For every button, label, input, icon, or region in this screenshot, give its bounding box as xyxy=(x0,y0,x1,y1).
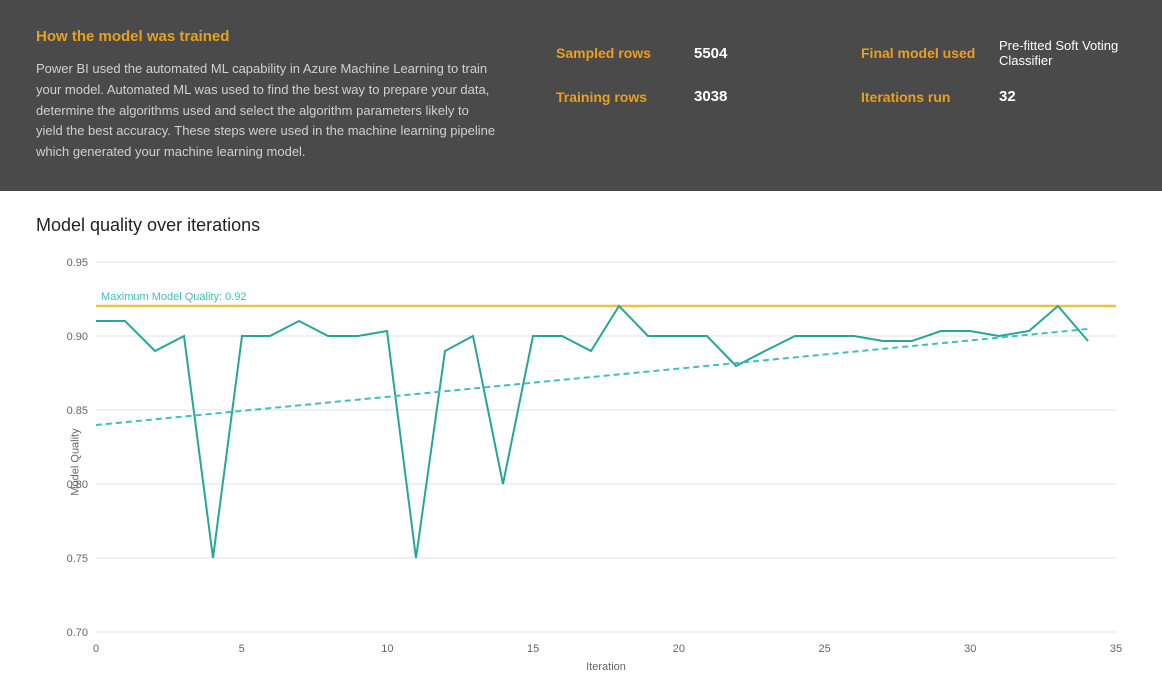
svg-text:35: 35 xyxy=(1110,643,1122,655)
stat-value-training-rows: 3038 xyxy=(694,88,727,105)
svg-text:0.90: 0.90 xyxy=(67,331,88,343)
stat-sampled-rows: Sampled rows 5504 xyxy=(556,45,821,62)
stat-label-sampled-rows: Sampled rows xyxy=(556,45,676,61)
header-stats: Sampled rows 5504 Final model used Pre-f… xyxy=(556,28,1126,105)
svg-text:10: 10 xyxy=(381,643,393,655)
header-text: How the model was trained Power BI used … xyxy=(36,28,496,163)
quality-polyline xyxy=(96,306,1088,558)
header-section: How the model was trained Power BI used … xyxy=(0,0,1162,191)
svg-text:15: 15 xyxy=(527,643,539,655)
y-axis-label: Model Quality xyxy=(70,428,82,495)
max-quality-label: Maximum Model Quality: 0.92 xyxy=(101,291,247,303)
stat-final-model: Final model used Pre-fitted Soft Voting … xyxy=(861,38,1126,68)
svg-text:30: 30 xyxy=(964,643,976,655)
header-description: Power BI used the automated ML capabilit… xyxy=(36,59,496,163)
chart-title: Model quality over iterations xyxy=(36,215,1126,236)
quality-chart: .grid-line { stroke: #e0e0e0; stroke-wid… xyxy=(36,252,1126,672)
stat-iterations-run: Iterations run 32 xyxy=(861,88,1126,105)
svg-text:0.95: 0.95 xyxy=(67,257,88,269)
stat-label-final-model: Final model used xyxy=(861,45,981,61)
x-axis-label: Iteration xyxy=(586,661,626,672)
stat-value-final-model: Pre-fitted Soft Voting Classifier xyxy=(999,38,1126,68)
stat-value-sampled-rows: 5504 xyxy=(694,45,727,62)
stat-training-rows: Training rows 3038 xyxy=(556,88,821,105)
stat-label-training-rows: Training rows xyxy=(556,89,676,105)
header-title: How the model was trained xyxy=(36,28,496,45)
svg-text:0.75: 0.75 xyxy=(67,553,88,565)
chart-container: Model Quality .grid-line { stroke: #e0e0… xyxy=(36,252,1126,672)
chart-section: Model quality over iterations Model Qual… xyxy=(0,191,1162,692)
svg-text:5: 5 xyxy=(239,643,245,655)
svg-text:25: 25 xyxy=(818,643,830,655)
svg-text:20: 20 xyxy=(673,643,685,655)
stat-value-iterations-run: 32 xyxy=(999,88,1016,105)
svg-text:0.85: 0.85 xyxy=(67,405,88,417)
stat-label-iterations-run: Iterations run xyxy=(861,89,981,105)
svg-text:0: 0 xyxy=(93,643,99,655)
trend-line xyxy=(96,329,1088,425)
svg-text:0.70: 0.70 xyxy=(67,627,88,639)
